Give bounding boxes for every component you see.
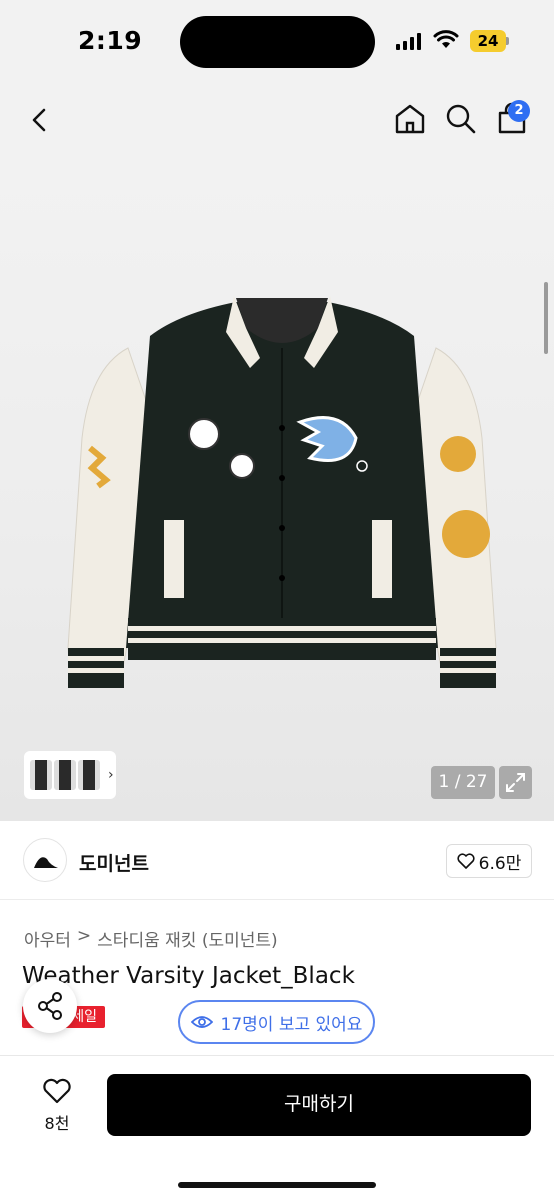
product-image-gallery[interactable]: › 1 / 27 [0, 158, 554, 821]
wishlist-count: 8천 [44, 1114, 70, 1133]
wishlist-button[interactable]: 8천 [38, 1078, 76, 1134]
share-button[interactable] [23, 979, 77, 1033]
status-time: 2:19 [78, 26, 143, 55]
brand-like-count: 6.6만 [478, 853, 522, 874]
cart-count-badge: 2 [508, 100, 530, 122]
viewers-badge: 17명이 보고 있어요 [178, 1000, 375, 1044]
thumbnail-image[interactable] [54, 760, 76, 790]
battery-indicator: 24 [470, 30, 506, 52]
viewers-text: 17명이 보고 있어요 [220, 1014, 363, 1035]
share-icon [38, 992, 62, 1020]
thumbnail-strip[interactable]: › [24, 751, 116, 799]
wifi-icon [433, 30, 459, 48]
scrollbar[interactable] [544, 282, 548, 354]
home-icon[interactable] [393, 102, 427, 136]
brand-logo[interactable] [23, 838, 67, 882]
image-counter: 1 / 27 [431, 766, 495, 799]
breadcrumb-separator: > [76, 926, 92, 946]
breadcrumb-subcategory[interactable]: 스타디움 재킷 (도미넌트) [97, 926, 277, 951]
thumbnail-image[interactable] [78, 760, 100, 790]
expand-button[interactable] [499, 766, 532, 799]
bottom-action-bar: 8천 구매하기 [0, 1055, 554, 1200]
expand-icon [506, 773, 525, 792]
heart-icon [43, 1078, 71, 1104]
breadcrumb: 아우터 > 스타디움 재킷 (도미넌트) [24, 926, 278, 951]
product-image [67, 296, 497, 688]
top-navigation: 2 [0, 84, 554, 158]
heart-icon [457, 853, 475, 869]
eye-icon [190, 1016, 213, 1028]
dynamic-island [180, 16, 375, 68]
brand-like-button[interactable]: 6.6만 [446, 844, 532, 878]
cellular-signal-icon [396, 33, 421, 50]
back-icon[interactable] [24, 104, 56, 136]
battery-nub [506, 37, 509, 45]
brand-row[interactable]: 도미넌트 6.6만 [0, 822, 554, 900]
thumbnail-image[interactable] [30, 760, 52, 790]
home-indicator [178, 1182, 376, 1188]
chevron-right-icon[interactable]: › [108, 767, 114, 783]
brand-name[interactable]: 도미넌트 [79, 849, 149, 876]
breadcrumb-category[interactable]: 아우터 [24, 926, 71, 951]
status-bar: 2:19 24 [0, 0, 554, 84]
brand-logo-icon [34, 857, 58, 868]
search-icon[interactable] [444, 102, 478, 136]
buy-button[interactable]: 구매하기 [107, 1074, 531, 1136]
